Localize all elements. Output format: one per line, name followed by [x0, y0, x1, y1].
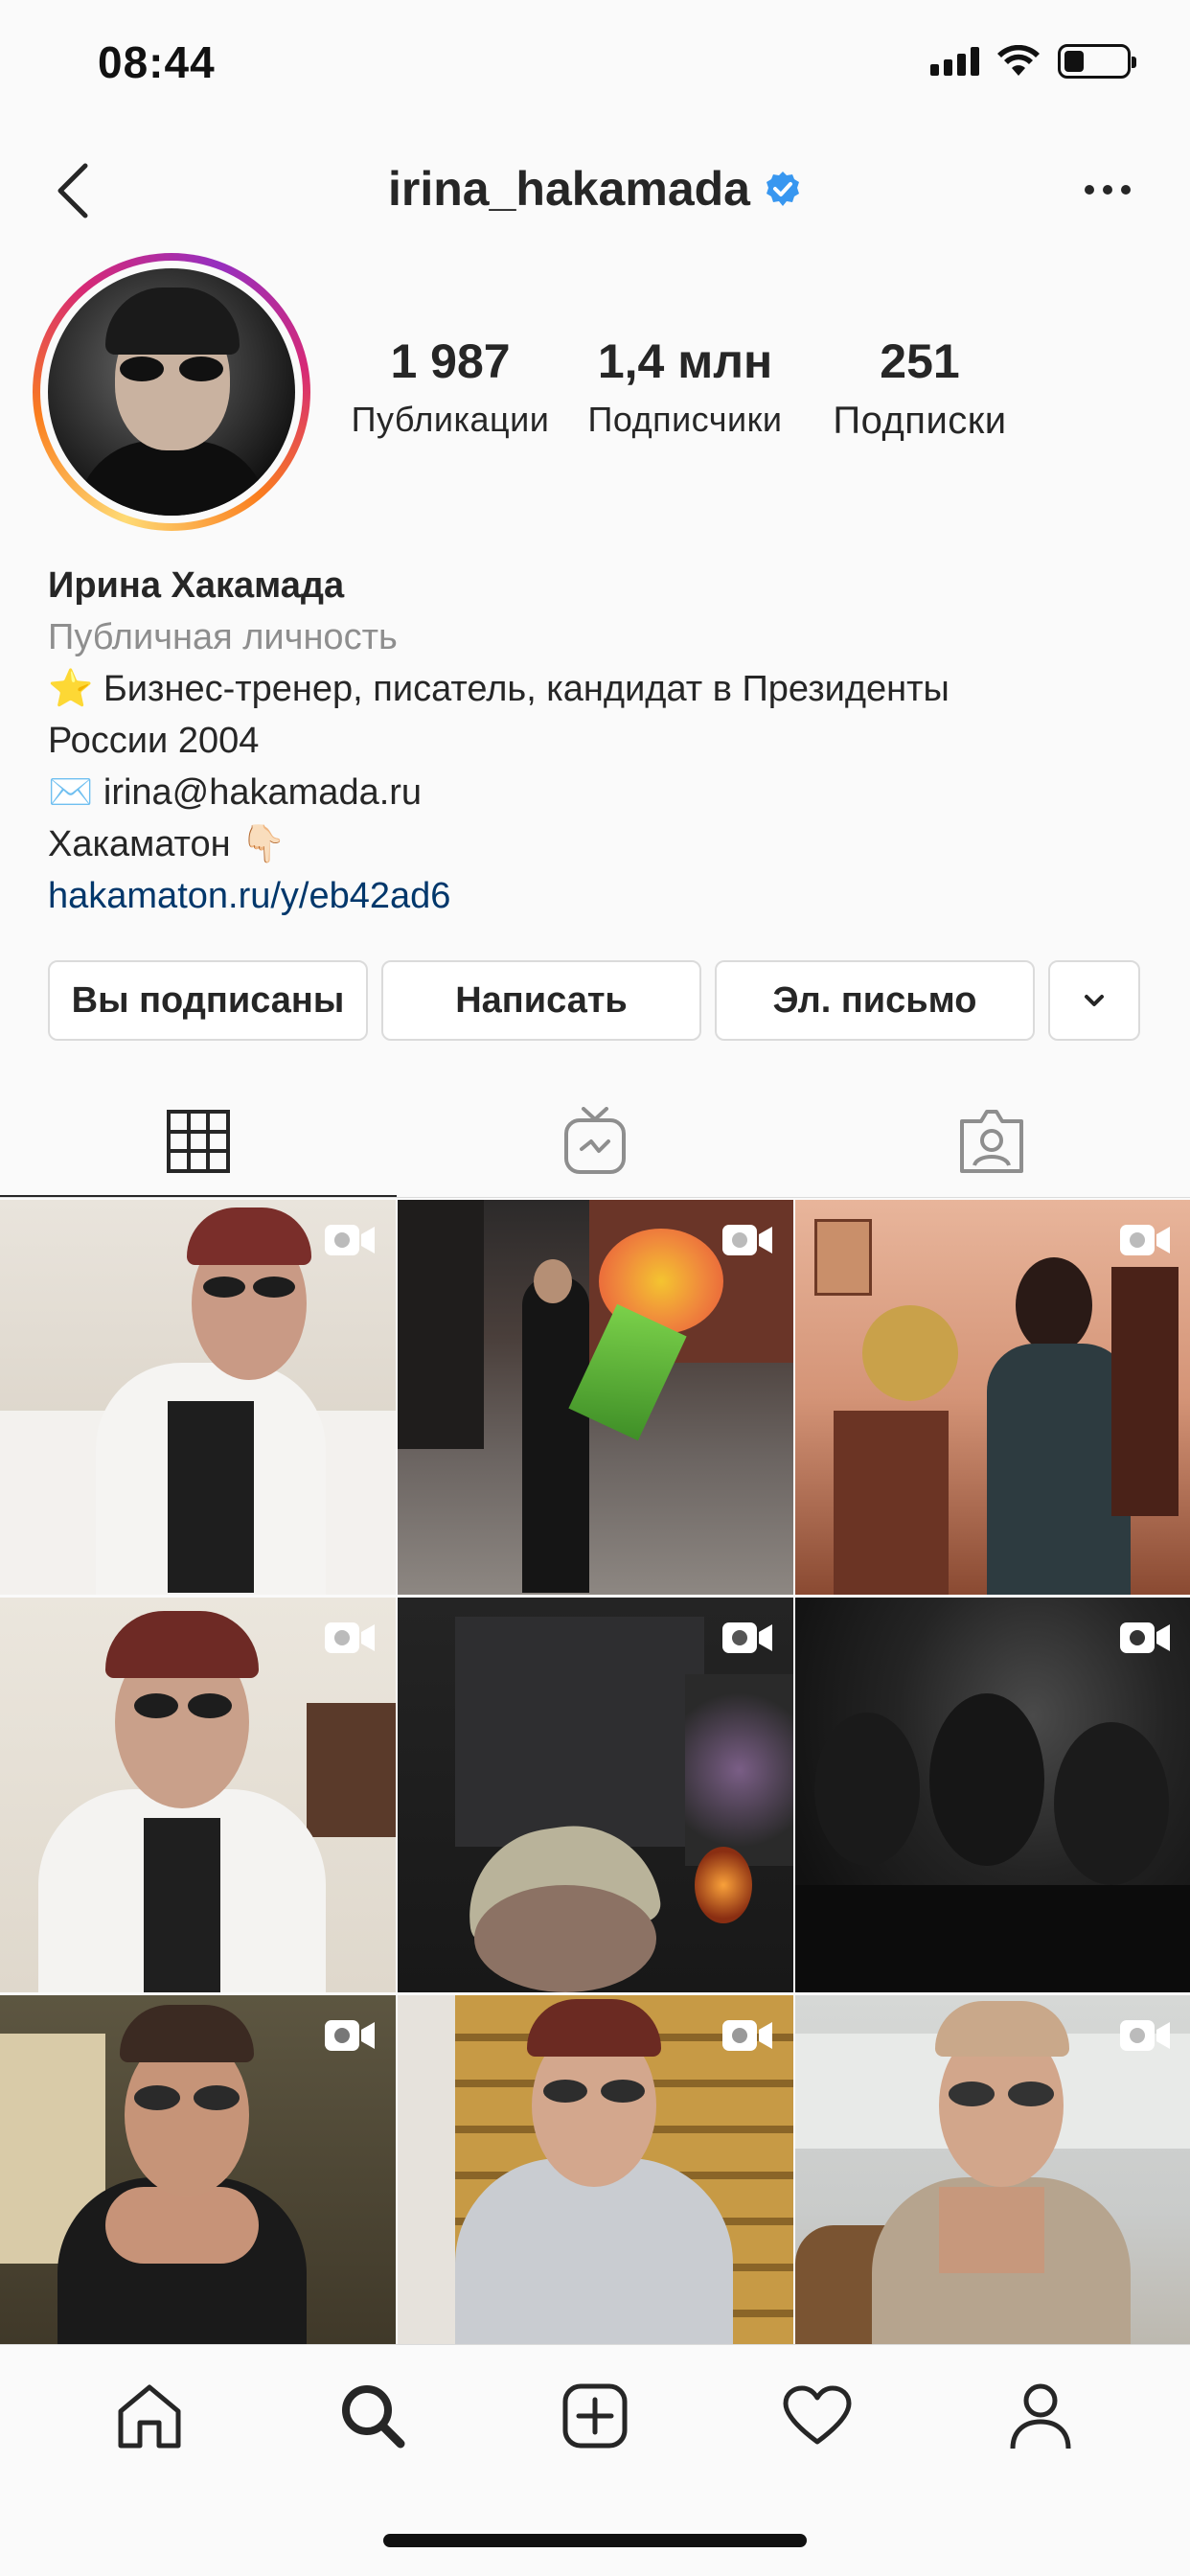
- video-indicator-icon: [325, 1622, 375, 1653]
- grid-icon: [167, 1110, 230, 1173]
- username-title: irina_hakamada: [0, 161, 1190, 217]
- tagged-icon: [960, 1110, 1023, 1173]
- new-post-icon: [562, 2383, 628, 2449]
- video-indicator-icon: [1120, 1225, 1170, 1255]
- video-indicator-icon: [722, 1225, 772, 1255]
- home-indicator[interactable]: [383, 2534, 807, 2547]
- wifi-icon: [997, 45, 1040, 76]
- nav-activity[interactable]: [769, 2368, 865, 2464]
- tab-igtv[interactable]: [397, 1085, 793, 1198]
- signal-icon: [930, 47, 979, 76]
- video-indicator-icon: [722, 2020, 772, 2051]
- tab-tagged[interactable]: [793, 1085, 1190, 1198]
- stat-posts[interactable]: 1 987 Публикации: [335, 335, 565, 443]
- video-indicator-icon: [1120, 1622, 1170, 1653]
- post-thumbnail[interactable]: [0, 1995, 396, 2390]
- post-thumbnail[interactable]: [795, 1995, 1190, 2390]
- stat-value: 251: [880, 334, 960, 388]
- bio-line: ⭐ Бизнес-тренер, писатель, кандидат в Пр…: [48, 669, 950, 709]
- suggested-toggle-button[interactable]: [1048, 960, 1140, 1041]
- profile-bio: Ирина Хакамада Публичная личность ⭐ Бизн…: [48, 560, 1150, 922]
- video-indicator-icon: [325, 1225, 375, 1255]
- profile-stats: 1 987 Публикации 1,4 млн Подписчики 251 …: [345, 335, 1035, 443]
- post-thumbnail[interactable]: [398, 1200, 793, 1595]
- profile-icon: [1010, 2383, 1071, 2450]
- post-thumbnail[interactable]: [0, 1598, 396, 1992]
- stat-value: 1,4 млн: [597, 334, 773, 388]
- profile-tabs: [0, 1085, 1190, 1198]
- stat-value: 1 987: [390, 334, 511, 388]
- battery-icon: [1058, 44, 1136, 79]
- status-icons: [930, 44, 1136, 79]
- nav-profile[interactable]: [993, 2368, 1088, 2464]
- message-button[interactable]: Написать: [381, 960, 701, 1041]
- post-thumbnail[interactable]: [398, 1995, 793, 2390]
- nav-search[interactable]: [325, 2368, 421, 2464]
- search-icon: [341, 2385, 405, 2449]
- username: irina_hakamada: [388, 162, 750, 216]
- post-grid: [0, 1200, 1190, 2390]
- following-button[interactable]: Вы подписаны: [48, 960, 368, 1041]
- full-name: Ирина Хакамада: [48, 565, 345, 606]
- post-thumbnail[interactable]: [0, 1200, 396, 1595]
- video-indicator-icon: [325, 2020, 375, 2051]
- more-dots-icon: [1085, 185, 1131, 195]
- profile-actions: Вы подписаны Написать Эл. письмо: [48, 960, 1144, 1041]
- stat-followers[interactable]: 1,4 млн Подписчики: [570, 335, 800, 443]
- category: Публичная личность: [48, 617, 398, 657]
- avatar: [48, 268, 295, 516]
- video-indicator-icon: [1120, 2020, 1170, 2051]
- nav-home[interactable]: [102, 2368, 197, 2464]
- verified-badge-icon: [766, 172, 799, 206]
- bio-line: Хакаматон 👇🏻: [48, 824, 286, 864]
- bio-line: России 2004: [48, 721, 260, 761]
- stat-following[interactable]: 251 Подписки: [805, 335, 1035, 443]
- post-thumbnail[interactable]: [795, 1200, 1190, 1595]
- heart-icon: [783, 2385, 852, 2445]
- status-time: 08:44: [98, 37, 216, 87]
- video-indicator-icon: [722, 1622, 772, 1653]
- home-icon: [118, 2384, 181, 2449]
- tabs-divider: [0, 1197, 1190, 1198]
- igtv-icon: [564, 1107, 626, 1174]
- bio-email-line: ✉️ irina@hakamada.ru: [48, 772, 423, 813]
- stat-label: Подписчики: [587, 400, 783, 439]
- more-options-button[interactable]: [1069, 161, 1146, 218]
- post-thumbnail[interactable]: [795, 1598, 1190, 1992]
- status-bar: 08:44: [0, 0, 1190, 126]
- stat-label: Подписки: [833, 400, 1007, 442]
- email-button[interactable]: Эл. письмо: [715, 960, 1035, 1041]
- story-ring[interactable]: [33, 253, 310, 531]
- profile-header: irina_hakamada: [0, 142, 1190, 238]
- post-thumbnail[interactable]: [398, 1598, 793, 1992]
- bio-link[interactable]: hakamaton.ru/y/eb42ad6: [48, 870, 1150, 922]
- stat-label: Публикации: [351, 400, 550, 439]
- tab-grid[interactable]: [0, 1085, 397, 1198]
- chevron-down-icon: [1085, 995, 1104, 1006]
- nav-new-post[interactable]: [547, 2368, 643, 2464]
